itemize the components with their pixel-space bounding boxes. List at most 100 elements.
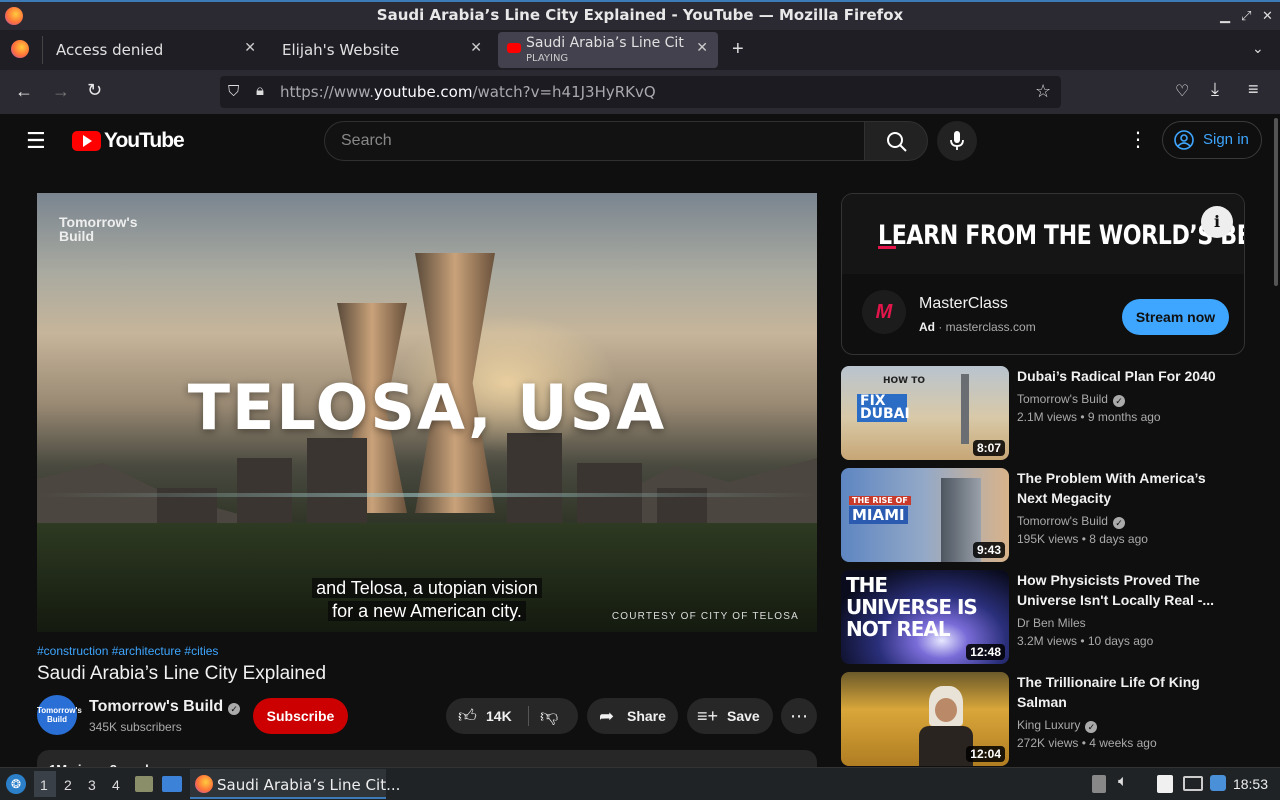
network-icon[interactable]: [1183, 776, 1203, 791]
search-box[interactable]: [324, 121, 865, 161]
scrollbar-thumb[interactable]: [1274, 118, 1278, 286]
clock[interactable]: 18:53: [1233, 776, 1268, 792]
hyperloop-line: [37, 493, 817, 497]
ad-info-icon[interactable]: i: [1201, 206, 1233, 238]
taskbar-firefox-window[interactable]: Saudi Arabia’s Line Cit...: [190, 769, 400, 799]
pocket-icon[interactable]: ♡: [1175, 81, 1189, 101]
url-text[interactable]: https://www.youtube.com/watch?v=h41J3HyR…: [280, 83, 656, 101]
thumbnail-robe: [919, 726, 973, 766]
window-titlebar: Saudi Arabia’s Line City Explained - You…: [0, 0, 1280, 30]
recommendation-title[interactable]: The Problem With America’s Next Megacity: [1017, 468, 1217, 508]
recommendation-title[interactable]: The Trillionaire Life Of King Salman: [1017, 672, 1217, 712]
tray-clipboard-icon[interactable]: [1092, 775, 1106, 793]
recommendation-item[interactable]: HOW TO FIX DUBAI 8:07 Dubai’s Radical Pl…: [841, 366, 1245, 460]
volume-icon[interactable]: 🔈︎: [1118, 773, 1128, 791]
new-tab-icon[interactable]: +: [732, 38, 744, 61]
ad-banner[interactable]: LEARN FROM THE WORLD’S BEST i: [842, 194, 1244, 274]
workspace-3[interactable]: 3: [88, 777, 96, 793]
hamburger-menu-icon[interactable]: ☰: [26, 128, 46, 154]
recommendation-item[interactable]: 12:04 The Trillionaire Life Of King Salma…: [841, 672, 1245, 766]
app-menu-icon[interactable]: ≡: [1248, 79, 1259, 100]
masterclass-ad[interactable]: LEARN FROM THE WORLD’S BEST i M MasterCl…: [841, 193, 1245, 355]
verified-check-icon: ✓: [1112, 395, 1125, 407]
close-window-icon[interactable]: ✕: [1262, 8, 1273, 24]
advertiser-name[interactable]: MasterClass: [919, 295, 1008, 313]
recommendation-title[interactable]: How Physicists Proved The Universe Isn't …: [1017, 570, 1217, 610]
minimize-icon[interactable]: ▁: [1220, 8, 1230, 24]
recommendation-title[interactable]: Dubai’s Radical Plan For 2040: [1017, 366, 1217, 386]
recommendation-channel[interactable]: Tomorrow's Build ✓: [1017, 514, 1125, 529]
hashtags-link[interactable]: #construction #architecture #cities: [37, 644, 218, 658]
channel-name[interactable]: Tomorrow's Build ✓: [89, 698, 241, 716]
dislike-button[interactable]: 👎︎: [540, 698, 558, 734]
recommendation-item[interactable]: THE RISE OF MIAMI 9:43 The Problem With …: [841, 468, 1245, 562]
tray-notes-icon[interactable]: [1157, 775, 1173, 793]
lock-icon[interactable]: 🔒︎: [256, 82, 264, 99]
file-manager-icon[interactable]: [135, 776, 153, 792]
sign-in-label: Sign in: [1203, 131, 1249, 148]
youtube-logo-icon[interactable]: [72, 131, 101, 151]
thumbnail-text: FIX DUBAI: [857, 394, 910, 422]
downloads-icon[interactable]: ⤓: [1211, 79, 1219, 100]
search-button[interactable]: [864, 121, 928, 161]
window-title: Saudi Arabia’s Line City Explained - You…: [376, 6, 904, 24]
workspace-2[interactable]: 2: [64, 777, 72, 793]
video-thumbnail[interactable]: 12:04: [841, 672, 1009, 766]
desktop-taskbar: ❂ 1 2 3 4 Saudi Arabia’s Line Cit... 🔈︎ …: [0, 767, 1280, 800]
tab-close-icon[interactable]: ✕: [696, 40, 708, 56]
more-options-icon[interactable]: ⋮: [1128, 127, 1148, 152]
start-menu-icon[interactable]: ❂: [6, 774, 26, 794]
tab-label: Elijah's Website: [282, 41, 400, 59]
masterclass-logo-icon[interactable]: M: [862, 290, 906, 334]
video-player[interactable]: Tomorrow's Build TELOSA, USA and Telosa, …: [37, 193, 817, 632]
recommendation-channel[interactable]: King Luxury ✓: [1017, 718, 1098, 733]
tab-youtube-active[interactable]: Saudi Arabia’s Line City E PLAYING ✕: [498, 32, 718, 68]
maximize-icon[interactable]: ⤢: [1241, 8, 1251, 24]
tab-elijahs-website[interactable]: Elijah's Website ✕: [268, 32, 494, 68]
channel-avatar[interactable]: Tomorrow's Build: [37, 695, 82, 735]
subscriber-count: 345K subscribers: [89, 720, 182, 734]
tab-label: Access denied: [56, 41, 164, 59]
search-input[interactable]: [341, 130, 841, 152]
thumbnail-tower: [961, 374, 969, 444]
bookmark-star-icon[interactable]: ☆: [1035, 81, 1051, 102]
list-tabs-chevron-icon[interactable]: ⌄: [1252, 40, 1264, 57]
share-button[interactable]: ➦ Share: [587, 698, 678, 734]
page-scrollbar[interactable]: [1272, 114, 1280, 767]
workspace-4[interactable]: 4: [112, 777, 120, 793]
video-thumbnail[interactable]: THE UNIVERSE IS NOT REAL 12:48: [841, 570, 1009, 664]
stream-now-button[interactable]: Stream now: [1122, 299, 1229, 335]
updates-icon[interactable]: [1210, 775, 1226, 791]
tab-close-icon[interactable]: ✕: [244, 40, 256, 56]
save-button[interactable]: ≡+ Save: [687, 698, 773, 734]
more-actions-icon[interactable]: ⋯: [781, 698, 817, 734]
recommendation-channel[interactable]: Tomorrow's Build ✓: [1017, 392, 1125, 407]
recommendation-item[interactable]: THE UNIVERSE IS NOT REAL 12:48 How Physi…: [841, 570, 1245, 664]
account-icon: [1174, 130, 1194, 150]
tab-close-icon[interactable]: ✕: [470, 40, 482, 56]
back-arrow-icon[interactable]: ←: [15, 81, 33, 102]
video-thumbnail[interactable]: HOW TO FIX DUBAI 8:07: [841, 366, 1009, 460]
recommendation-channel[interactable]: Dr Ben Miles: [1017, 616, 1086, 630]
like-button[interactable]: 👍︎ 14K: [446, 698, 528, 734]
share-arrow-icon: ➦: [599, 706, 615, 726]
firefox-task-icon: [195, 775, 213, 793]
sign-in-button[interactable]: Sign in: [1162, 121, 1262, 159]
verified-check-icon: ✓: [1085, 721, 1098, 733]
forward-arrow-icon[interactable]: →: [52, 81, 70, 102]
address-bar[interactable]: ⛉ 🔒︎ https://www.youtube.com/watch?v=h41…: [220, 76, 1061, 108]
video-thumbnail[interactable]: THE RISE OF MIAMI 9:43: [841, 468, 1009, 562]
reload-icon[interactable]: ↻: [87, 80, 102, 101]
tracking-shield-icon[interactable]: ⛉: [228, 83, 239, 100]
tab-access-denied[interactable]: Access denied ✕: [42, 32, 268, 68]
voice-search-button[interactable]: [937, 121, 977, 161]
subscribe-button[interactable]: Subscribe: [253, 698, 348, 734]
channel-watermark[interactable]: Tomorrow's Build: [59, 215, 138, 243]
workspace-1[interactable]: 1: [40, 777, 48, 793]
firefox-view-icon[interactable]: [11, 40, 29, 58]
tab-label: Saudi Arabia’s Line City E: [526, 35, 684, 51]
thumbs-down-icon: 👎︎: [540, 706, 559, 726]
show-desktop-icon[interactable]: [162, 776, 182, 792]
youtube-logo-text[interactable]: YouTube: [104, 129, 185, 153]
title-line: Salman: [1017, 694, 1067, 710]
